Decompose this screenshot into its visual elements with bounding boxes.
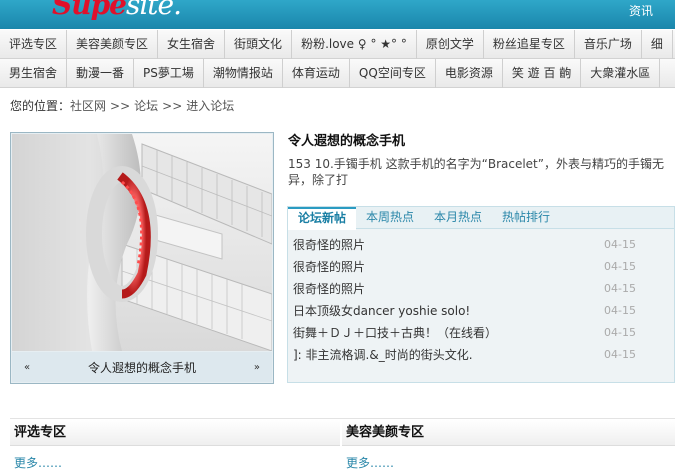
nav-item[interactable]: 美容美颜专区 bbox=[67, 30, 159, 59]
section-beauty-zone: 美容美颜专区 更多…… bbox=[342, 420, 675, 473]
tab-bar: 论坛新帖 本周热点 本月热点 热帖排行 bbox=[288, 207, 674, 230]
section-selection-zone: 评选专区 更多…… bbox=[10, 420, 340, 473]
post-date: 04-15 bbox=[604, 282, 636, 295]
focus-caption-bar: « 令人遐想的概念手机 » bbox=[12, 352, 272, 382]
post-date: 04-15 bbox=[604, 304, 636, 317]
post-title-link[interactable]: 很奇怪的照片 bbox=[293, 234, 365, 256]
post-list: 很奇怪的照片 04-15 很奇怪的照片 04-15 很奇怪的照片 04-15 日本顶级… bbox=[288, 229, 674, 366]
post-date: 04-15 bbox=[604, 326, 636, 339]
post-title-link[interactable]: ]: 非主流格调.&_时尚的街头文化. bbox=[293, 344, 473, 366]
nav-item[interactable]: 电影资源 bbox=[436, 59, 503, 88]
post-title-link[interactable]: 街舞＋ＤＪ＋口技＋古典！（在线看） bbox=[293, 322, 497, 344]
post-title-link[interactable]: 很奇怪的照片 bbox=[293, 278, 365, 300]
nav-item[interactable]: 女生宿舍 bbox=[158, 30, 226, 59]
nav-item[interactable]: 動漫一番 bbox=[67, 59, 135, 88]
nav-item[interactable]: 评选专区 bbox=[0, 30, 68, 59]
nav-item[interactable]: 体育运动 bbox=[283, 59, 350, 88]
nav-item[interactable]: 音乐广场 bbox=[575, 30, 642, 59]
breadcrumb-label: 您的位置： bbox=[10, 99, 71, 113]
more-link[interactable]: 更多…… bbox=[10, 446, 340, 471]
section-title[interactable]: 美容美颜专区 bbox=[342, 420, 675, 446]
logo-suffix-text: site. bbox=[125, 0, 182, 21]
post-date: 04-15 bbox=[604, 238, 636, 251]
tab-monthly-hot[interactable]: 本月热点 bbox=[424, 207, 492, 229]
breadcrumb-separator: >> bbox=[110, 99, 131, 113]
list-item: 日本顶级女dancer yoshie solo! 04-15 bbox=[293, 300, 674, 322]
post-date: 04-15 bbox=[604, 260, 636, 273]
nav-item[interactable]: 大衆灌水區 bbox=[581, 59, 661, 88]
prev-arrow-icon[interactable]: « bbox=[24, 362, 30, 373]
nav-item[interactable]: 男生宿舍 bbox=[0, 59, 68, 88]
site-header: Supesite. 资讯 bbox=[0, 0, 675, 29]
nav-item[interactable]: PS夢工場 bbox=[134, 59, 204, 88]
focus-caption-title[interactable]: 令人遐想的概念手机 bbox=[88, 359, 196, 376]
focus-image[interactable] bbox=[12, 134, 272, 351]
featured-article-summary: 153 10.手镯手机 这款手机的名字为“Bracelet”，外表与精巧的手镯无… bbox=[288, 157, 664, 187]
tab-new-posts[interactable]: 论坛新帖 bbox=[288, 207, 357, 230]
nav-item[interactable]: 笑 遊 百 齣 bbox=[503, 59, 582, 88]
nav-item[interactable]: 原创文学 bbox=[417, 30, 484, 59]
breadcrumb: 您的位置：社区网 >> 论坛 >> 进入论坛 bbox=[10, 97, 234, 114]
focus-slideshow: « 令人遐想的概念手机 » bbox=[10, 132, 274, 384]
nav-item[interactable]: 街頭文化 bbox=[225, 30, 293, 59]
more-link[interactable]: 更多…… bbox=[342, 446, 675, 471]
breadcrumb-link-enter[interactable]: 进入论坛 bbox=[186, 99, 234, 113]
site-logo[interactable]: Supesite. bbox=[52, 0, 182, 21]
tab-hot-ranking[interactable]: 热帖排行 bbox=[492, 207, 560, 229]
list-item: 很奇怪的照片 04-15 bbox=[293, 256, 674, 278]
featured-article-title[interactable]: 令人遐想的概念手机 bbox=[288, 130, 405, 149]
forum-tabs-panel: 论坛新帖 本周热点 本月热点 热帖排行 很奇怪的照片 04-15 很奇怪的照片 04… bbox=[287, 206, 675, 383]
list-item: ]: 非主流格调.&_时尚的街头文化. 04-15 bbox=[293, 344, 674, 366]
list-item: 很奇怪的照片 04-15 bbox=[293, 278, 674, 300]
list-item: 街舞＋ＤＪ＋口技＋古典！（在线看） 04-15 bbox=[293, 322, 674, 344]
forum-nav-row-2: 男生宿舍 動漫一番 PS夢工場 潮物情报站 体育运动 QQ空间专区 电影资源 笑… bbox=[0, 59, 675, 88]
nav-item[interactable]: 粉粉.love ♀ ° ★° ° bbox=[292, 30, 417, 59]
logo-main-text: Supe bbox=[52, 0, 127, 21]
concept-phone-image bbox=[12, 134, 272, 351]
breadcrumb-link-home[interactable]: 社区网 bbox=[70, 99, 106, 113]
list-item: 很奇怪的照片 04-15 bbox=[293, 234, 674, 256]
section-title[interactable]: 评选专区 bbox=[10, 420, 340, 446]
section-divider bbox=[10, 418, 675, 419]
post-date: 04-15 bbox=[604, 348, 636, 361]
tab-weekly-hot[interactable]: 本周热点 bbox=[356, 207, 424, 229]
next-arrow-icon[interactable]: » bbox=[254, 362, 260, 373]
post-title-link[interactable]: 日本顶级女dancer yoshie solo! bbox=[293, 300, 470, 322]
breadcrumb-link-forum[interactable]: 论坛 bbox=[134, 99, 158, 113]
forum-nav-row-1: 评选专区 美容美颜专区 女生宿舍 街頭文化 粉粉.love ♀ ° ★° ° 原… bbox=[0, 30, 675, 59]
header-news-link[interactable]: 资讯 bbox=[629, 2, 653, 19]
nav-item[interactable]: QQ空间专区 bbox=[350, 59, 436, 88]
nav-item[interactable]: 细 bbox=[642, 30, 673, 59]
breadcrumb-separator: >> bbox=[162, 99, 183, 113]
post-title-link[interactable]: 很奇怪的照片 bbox=[293, 256, 365, 278]
nav-item[interactable]: 潮物情报站 bbox=[204, 59, 283, 88]
nav-item[interactable]: 粉丝追星专区 bbox=[484, 30, 575, 59]
